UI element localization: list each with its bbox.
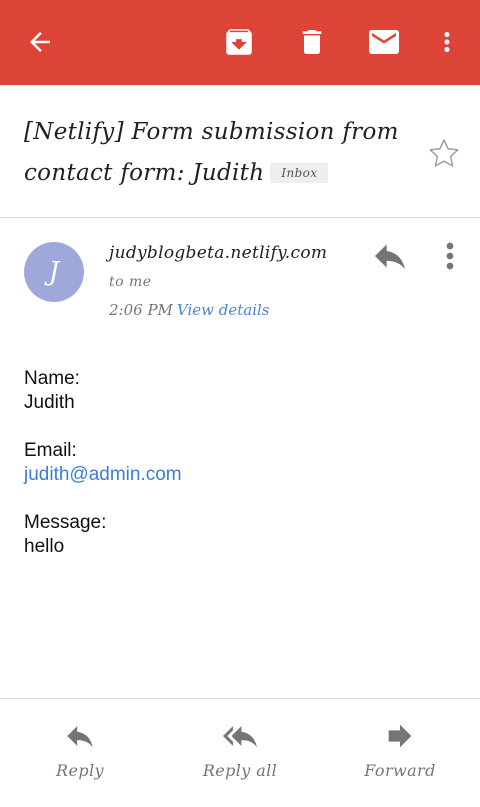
reply-icon[interactable] bbox=[370, 236, 410, 276]
reply-button[interactable]: Reply bbox=[10, 719, 150, 780]
subject-text: [Netlify] Form submission from contact f… bbox=[24, 119, 399, 186]
name-field: Name: Judith bbox=[24, 367, 182, 415]
message-value: hello bbox=[24, 536, 65, 557]
back-arrow-icon[interactable] bbox=[16, 18, 64, 66]
archive-icon[interactable] bbox=[215, 18, 263, 66]
star-icon[interactable] bbox=[424, 134, 464, 174]
mail-icon[interactable] bbox=[360, 18, 408, 66]
reply-all-button[interactable]: Reply all bbox=[170, 719, 310, 780]
action-bar: Reply Reply all Forward bbox=[0, 699, 480, 807]
more-vert-icon[interactable] bbox=[423, 18, 471, 66]
header-divider bbox=[0, 217, 480, 218]
message-more-icon[interactable] bbox=[430, 236, 470, 276]
name-value: Judith bbox=[24, 392, 75, 413]
email-subject: [Netlify] Form submission from contact f… bbox=[24, 112, 409, 194]
message-field: Message: hello bbox=[24, 511, 182, 559]
reply-icon bbox=[67, 726, 93, 748]
reply-all-label: Reply all bbox=[202, 761, 278, 780]
recipient-text: to me bbox=[109, 274, 152, 290]
email-field: Email: judith@admin.com bbox=[24, 439, 182, 487]
sender-name: judyblogbeta.netlify.com bbox=[109, 243, 328, 263]
email-label: Email: bbox=[24, 440, 77, 461]
sender-avatar[interactable]: J bbox=[24, 242, 84, 302]
message-label: Message: bbox=[24, 512, 107, 533]
message-meta: 2:06 PM View details bbox=[109, 301, 270, 319]
name-label: Name: bbox=[24, 368, 80, 389]
view-details-link[interactable]: View details bbox=[177, 301, 270, 319]
forward-button[interactable]: Forward bbox=[330, 719, 470, 780]
forward-label: Forward bbox=[364, 761, 436, 780]
forward-icon bbox=[388, 724, 412, 748]
email-link[interactable]: judith@admin.com bbox=[24, 464, 182, 485]
message-time: 2:06 PM bbox=[109, 301, 173, 319]
reply-label: Reply bbox=[56, 761, 104, 780]
reply-all-icon bbox=[223, 726, 257, 748]
app-toolbar bbox=[0, 0, 480, 85]
avatar-letter: J bbox=[48, 257, 60, 287]
trash-icon[interactable] bbox=[288, 18, 336, 66]
inbox-label-chip[interactable]: Inbox bbox=[270, 163, 329, 183]
message-body: Name: Judith Email: judith@admin.com Mes… bbox=[24, 367, 182, 583]
